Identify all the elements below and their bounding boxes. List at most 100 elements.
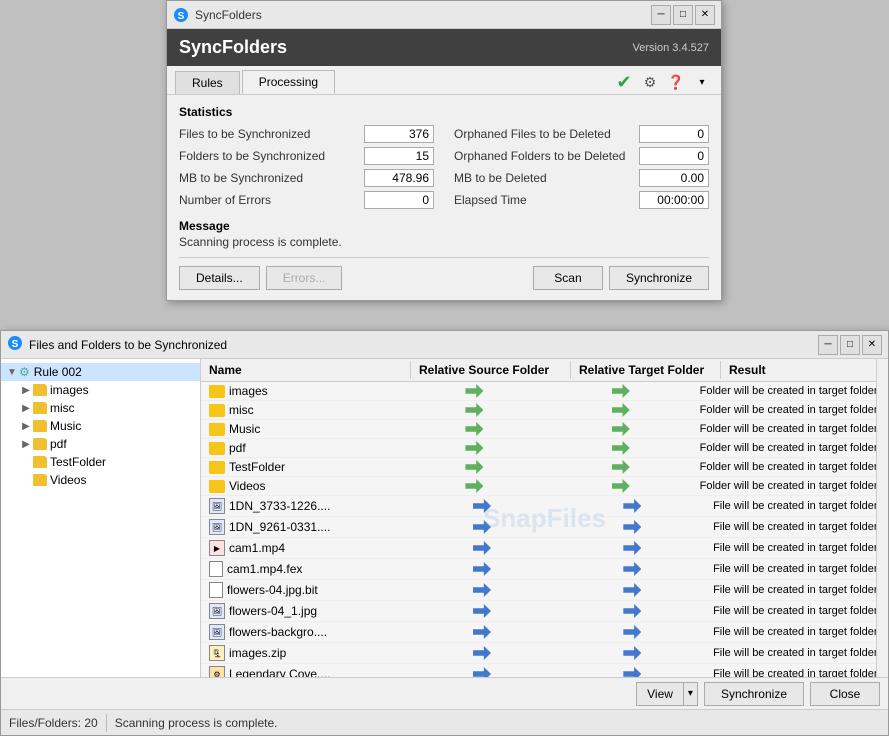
tree-label-music: Music: [50, 419, 81, 433]
details-button[interactable]: Details...: [179, 266, 260, 290]
table-row[interactable]: 🖼 1DN_9261-0331.... File will be created…: [201, 517, 888, 538]
message-text: Scanning process is complete.: [179, 235, 709, 249]
tab-rules[interactable]: Rules: [175, 71, 240, 94]
tab-processing[interactable]: Processing: [242, 70, 335, 94]
tree-expand-pdf: ▶: [19, 439, 33, 450]
tree-item-pdf[interactable]: ▶ pdf: [1, 435, 200, 453]
errors-button[interactable]: Errors...: [266, 266, 343, 290]
table-row[interactable]: flowers-04.jpg.bit File will be created …: [201, 580, 888, 601]
view-button[interactable]: View: [636, 682, 684, 706]
table-row[interactable]: Videos Folder will be created in target …: [201, 477, 888, 496]
action-buttons: Details... Errors... Scan Synchronize: [179, 257, 709, 290]
tree-item-rule002[interactable]: ▼ ⚙ Rule 002: [1, 363, 200, 381]
top-window-title: SyncFolders: [195, 8, 651, 22]
table-row[interactable]: Music Folder will be created in target f…: [201, 420, 888, 439]
arrow-green-icon: [465, 441, 483, 455]
maximize-button[interactable]: □: [673, 5, 693, 25]
generic-file-icon: [209, 561, 223, 577]
arrow-green-icon: [612, 479, 630, 493]
stat-row-elapsed: Elapsed Time 00:00:00: [454, 191, 709, 209]
arrow-blue-icon: [623, 667, 641, 677]
status-files-count: Files/Folders: 20: [9, 716, 98, 730]
stat-label-files: Files to be Synchronized: [179, 127, 310, 141]
status-message: Scanning process is complete.: [115, 716, 278, 730]
header-tgt[interactable]: Relative Target Folder: [571, 361, 721, 379]
left-tree: ▼ ⚙ Rule 002 ▶ images ▶ misc ▶ Music ▶: [1, 359, 201, 677]
app-title: SyncFolders: [179, 37, 287, 58]
folder-icon-testfolder: [33, 456, 47, 468]
file-name-label: cam1.mp4.fex: [227, 562, 302, 576]
table-row[interactable]: 🖼 flowers-04_1.jpg File will be created …: [201, 601, 888, 622]
table-row[interactable]: misc Folder will be created in target fo…: [201, 401, 888, 420]
folder-icon-music: [33, 420, 47, 432]
cell-src: [404, 581, 559, 599]
folder-icon-videos: [33, 474, 47, 486]
tree-item-videos[interactable]: Videos: [1, 471, 200, 489]
table-row[interactable]: 🖼 flowers-backgro.... File will be creat…: [201, 622, 888, 643]
table-row[interactable]: ⚙ Legendary Cove.... File will be create…: [201, 664, 888, 677]
stat-row-mb: MB to be Synchronized 478.96: [179, 169, 434, 187]
minimize-button[interactable]: ─: [651, 5, 671, 25]
arrow-blue-icon: [473, 646, 491, 660]
stat-value-mb: 478.96: [364, 169, 434, 187]
table-row[interactable]: cam1.mp4.fex File will be created in tar…: [201, 559, 888, 580]
cell-src: [404, 539, 559, 557]
files-folders-window: S Files and Folders to be Synchronized ─…: [0, 330, 889, 736]
view-dropdown-button[interactable]: ▾: [684, 682, 698, 706]
stat-value-elapsed: 00:00:00: [639, 191, 709, 209]
svg-text:S: S: [12, 339, 19, 350]
bottom-title-bar: S Files and Folders to be Synchronized ─…: [1, 331, 888, 359]
tree-item-images[interactable]: ▶ images: [1, 381, 200, 399]
tree-item-misc[interactable]: ▶ misc: [1, 399, 200, 417]
cell-tgt: [560, 518, 705, 536]
close-top-button[interactable]: ✕: [695, 5, 715, 25]
settings-button[interactable]: ⚙: [639, 71, 661, 93]
arrow-blue-icon: [473, 499, 491, 513]
arrow-blue-icon: [473, 625, 491, 639]
cell-result: Folder will be created in target folder.: [692, 459, 888, 475]
tree-item-testfolder[interactable]: TestFolder: [1, 453, 200, 471]
synchronize-bottom-button[interactable]: Synchronize: [704, 682, 804, 706]
dropdown-button[interactable]: ▾: [691, 71, 713, 93]
table-row[interactable]: 🖼 1DN_3733-1226.... File will be created…: [201, 496, 888, 517]
bottom-close-button[interactable]: ✕: [862, 335, 882, 355]
table-row[interactable]: pdf Folder will be created in target fol…: [201, 439, 888, 458]
scan-button[interactable]: Scan: [533, 266, 603, 290]
cell-tgt: [560, 602, 705, 620]
tree-item-music[interactable]: ▶ Music: [1, 417, 200, 435]
header-src[interactable]: Relative Source Folder: [411, 361, 571, 379]
file-name-label: images: [229, 384, 268, 398]
header-name[interactable]: Name: [201, 361, 411, 379]
folder-row-icon: [209, 423, 225, 436]
view-button-group: View ▾: [636, 682, 698, 706]
synchronize-top-button[interactable]: Synchronize: [609, 266, 709, 290]
arrow-green-icon: [612, 422, 630, 436]
cell-result: File will be created in target folder.: [705, 540, 888, 556]
tree-expand-misc: ▶: [19, 403, 33, 414]
arrow-blue-icon: [473, 520, 491, 534]
confirm-button[interactable]: ✔: [613, 71, 635, 93]
file-name-label: images.zip: [229, 646, 286, 660]
file-name-label: flowers-04_1.jpg: [229, 604, 317, 618]
stats-grid: Files to be Synchronized 376 Folders to …: [179, 125, 709, 209]
header-result[interactable]: Result: [721, 361, 888, 379]
folder-row-icon: [209, 385, 225, 398]
table-row[interactable]: ▶ cam1.mp4 File will be created in targe…: [201, 538, 888, 559]
bottom-maximize-button[interactable]: □: [840, 335, 860, 355]
arrow-green-icon: [612, 460, 630, 474]
table-row[interactable]: 🗜 images.zip File will be created in tar…: [201, 643, 888, 664]
table-row[interactable]: TestFolder Folder will be created in tar…: [201, 458, 888, 477]
arrow-green-icon: [465, 403, 483, 417]
arrow-blue-icon: [473, 583, 491, 597]
cell-result: File will be created in target folder.: [705, 666, 888, 677]
scrollbar[interactable]: [876, 359, 888, 677]
table-body: images Folder will be created in target …: [201, 382, 888, 677]
table-row[interactable]: images Folder will be created in target …: [201, 382, 888, 401]
close-button[interactable]: Close: [810, 682, 880, 706]
help-button[interactable]: ❓: [665, 71, 687, 93]
bottom-minimize-button[interactable]: ─: [818, 335, 838, 355]
cell-tgt: [550, 420, 692, 438]
stat-row-orphaned-files: Orphaned Files to be Deleted 0: [454, 125, 709, 143]
stat-label-folders: Folders to be Synchronized: [179, 149, 325, 163]
cell-result: File will be created in target folder.: [705, 603, 888, 619]
